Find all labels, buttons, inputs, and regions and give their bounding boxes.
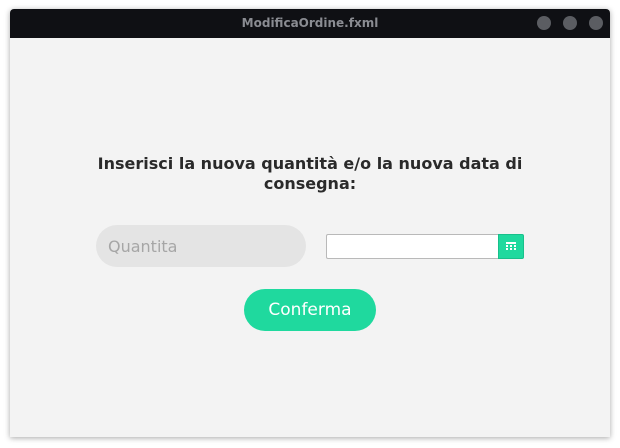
instruction-label: Inserisci la nuova quantità e/o la nuova… xyxy=(97,154,523,193)
confirm-button[interactable]: Conferma xyxy=(244,289,376,331)
delivery-date-picker xyxy=(326,234,524,259)
title-bar[interactable]: ModificaOrdine.fxml xyxy=(10,9,610,38)
maximize-button[interactable] xyxy=(563,16,577,30)
window-title: ModificaOrdine.fxml xyxy=(241,16,379,30)
form-area: Inserisci la nuova quantità e/o la nuova… xyxy=(10,38,610,437)
application-window: ModificaOrdine.fxml Inserisci la nuova q… xyxy=(10,9,610,437)
calendar-icon xyxy=(506,242,516,250)
minimize-button[interactable] xyxy=(537,16,551,30)
delivery-date-field[interactable] xyxy=(326,234,498,259)
quantity-input[interactable] xyxy=(96,225,306,267)
calendar-button[interactable] xyxy=(498,234,524,259)
close-button[interactable] xyxy=(589,16,603,30)
